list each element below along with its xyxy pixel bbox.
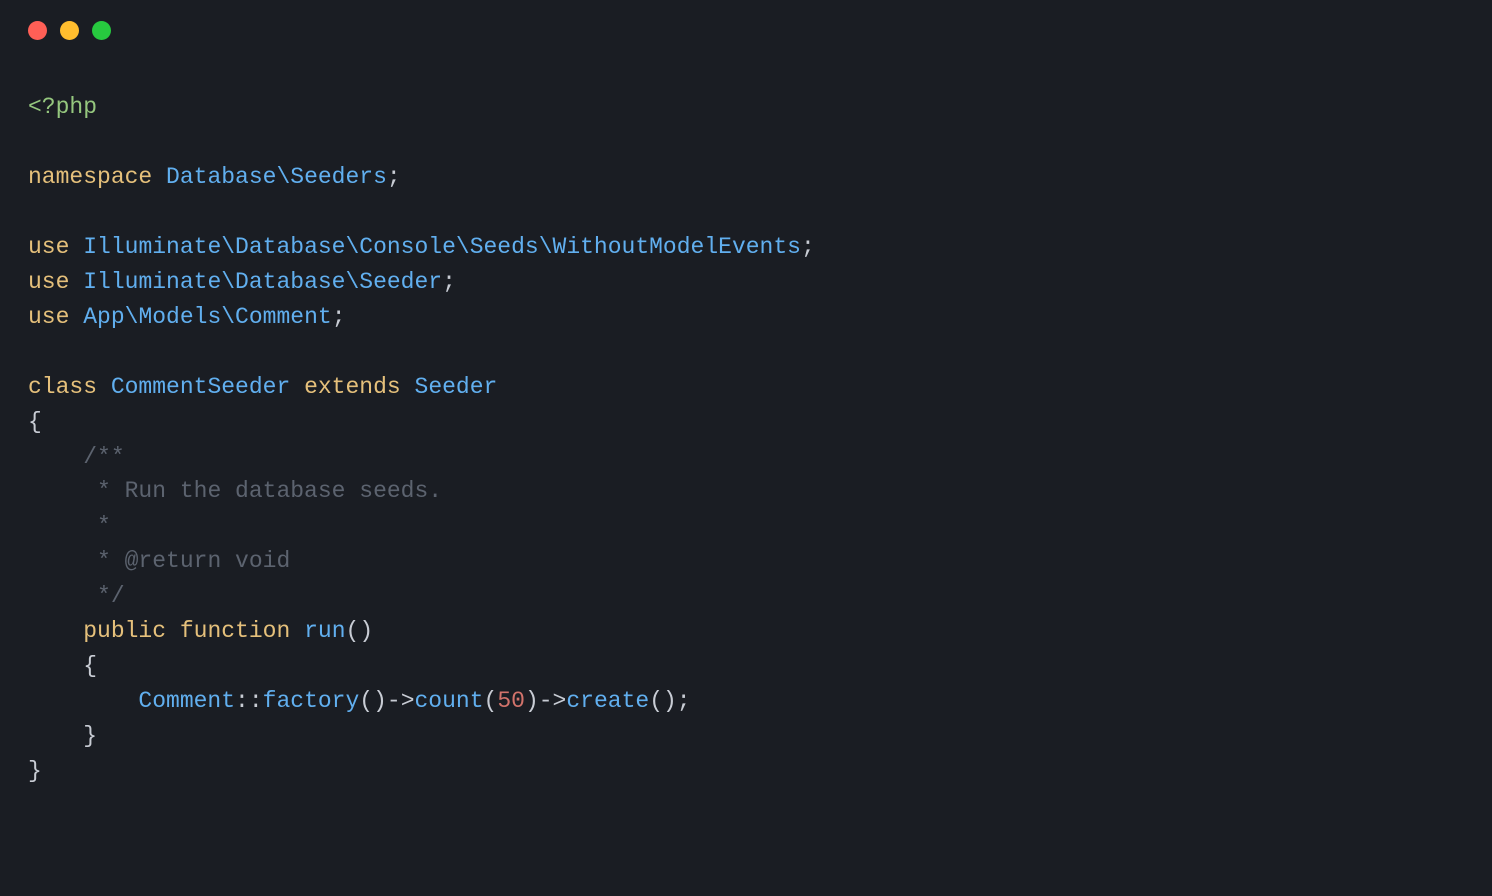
- semicolon: ;: [387, 164, 401, 190]
- public-keyword: public: [83, 618, 166, 644]
- php-open-tag: <?php: [28, 94, 97, 120]
- semicolon: ;: [442, 269, 456, 295]
- docblock-line: * @return void: [83, 548, 290, 574]
- parentheses: (): [346, 618, 374, 644]
- use-keyword: use: [28, 304, 69, 330]
- code-content[interactable]: <?php namespace Database\Seeders; use Il…: [0, 60, 1492, 817]
- namespace-keyword: namespace: [28, 164, 152, 190]
- import-path: Illuminate\Database\Seeder: [83, 269, 442, 295]
- docblock-line: * Run the database seeds.: [83, 478, 442, 504]
- semicolon: ;: [332, 304, 346, 330]
- paren-close: ): [525, 688, 539, 714]
- maximize-window-button[interactable]: [92, 21, 111, 40]
- method-name: count: [415, 688, 484, 714]
- brace-open: {: [83, 653, 97, 679]
- class-reference: Comment: [138, 688, 235, 714]
- arrow-operator: ->: [387, 688, 415, 714]
- titlebar: [0, 0, 1492, 60]
- arrow-operator: ->: [539, 688, 567, 714]
- brace-close: }: [28, 758, 42, 784]
- class-name: CommentSeeder: [111, 374, 290, 400]
- parent-class-name: Seeder: [415, 374, 498, 400]
- function-keyword: function: [180, 618, 290, 644]
- close-window-button[interactable]: [28, 21, 47, 40]
- minimize-window-button[interactable]: [60, 21, 79, 40]
- parentheses: (): [649, 688, 677, 714]
- code-editor-window: <?php namespace Database\Seeders; use Il…: [0, 0, 1492, 896]
- use-keyword: use: [28, 269, 69, 295]
- function-name: run: [304, 618, 345, 644]
- semicolon: ;: [801, 234, 815, 260]
- docblock-line: */: [83, 583, 124, 609]
- brace-close: }: [83, 723, 97, 749]
- use-keyword: use: [28, 234, 69, 260]
- method-name: factory: [263, 688, 360, 714]
- namespace-path: Database\Seeders: [166, 164, 387, 190]
- parentheses: (): [359, 688, 387, 714]
- brace-open: {: [28, 409, 42, 435]
- import-path: Illuminate\Database\Console\Seeds\Withou…: [83, 234, 801, 260]
- scope-resolution: ::: [235, 688, 263, 714]
- docblock-line: /**: [83, 444, 124, 470]
- import-path: App\Models\Comment: [83, 304, 331, 330]
- extends-keyword: extends: [304, 374, 401, 400]
- docblock-line: *: [83, 513, 111, 539]
- numeric-literal: 50: [497, 688, 525, 714]
- class-keyword: class: [28, 374, 97, 400]
- semicolon: ;: [677, 688, 691, 714]
- method-name: create: [566, 688, 649, 714]
- paren-open: (: [484, 688, 498, 714]
